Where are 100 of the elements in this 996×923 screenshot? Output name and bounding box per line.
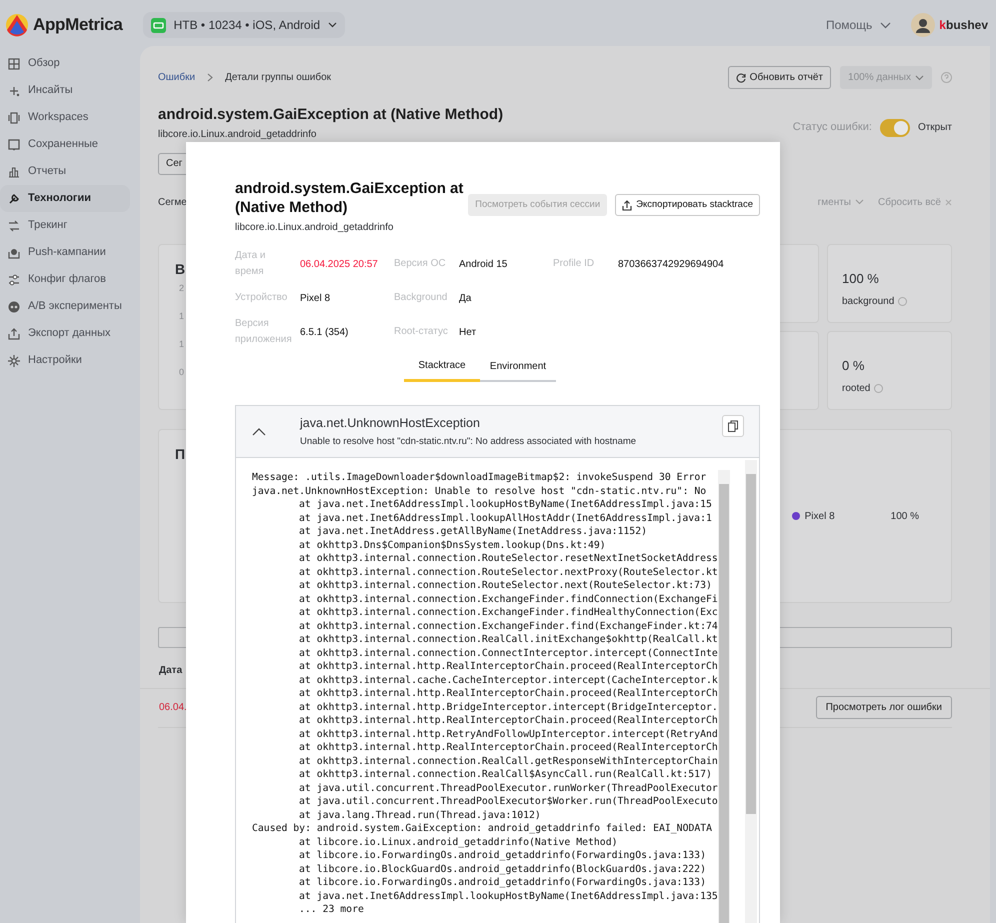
field-label: Версия ОС [394, 257, 447, 271]
gear-icon [8, 354, 20, 366]
stacktrace-line: ... 23 more [298, 903, 364, 916]
sidebar-item[interactable]: Настройки [0, 347, 130, 374]
stacktrace-line: at libcore.io.ForwardingOs.android_getaddrinfo(ForwardingOs.java:133) [298, 849, 706, 862]
stacktrace-line: at okhttp3.internal.connection.RealCall$AsyncCall.run(RealCall.kt:517) [298, 768, 712, 782]
status-label: Статус ошибки: [792, 120, 872, 136]
error-subtitle: libcore.io.Linux.android_getaddrinfo [158, 128, 318, 140]
grid-icon [8, 58, 20, 70]
sidebar-item[interactable]: Инсайты [0, 77, 130, 104]
field-value: Android 15 [459, 258, 508, 272]
stacktrace-line: java.net.UnknownHostException: Unable to resolve host "cdn-static.ntv.ru": No [252, 484, 706, 498]
chevron-down-icon [915, 74, 924, 80]
field-label: Дата и время [235, 249, 267, 279]
tab[interactable]: Stacktrace [404, 355, 480, 382]
scrollbar[interactable] [745, 460, 757, 923]
chevron-down-icon [880, 22, 892, 28]
stacktrace-line: at okhttp3.internal.http.RealInterceptorChain.proceed(RealInterceptorCh [298, 687, 718, 700]
help-icon [874, 384, 884, 393]
stacktrace-line: at libcore.io.BlockGuardOs.android_getaddrinfo(BlockGuardOs.java:222) [298, 862, 706, 876]
breadcrumb-link[interactable]: Ошибки [158, 70, 196, 85]
stat-label: rooted [842, 382, 870, 396]
legend-label: Pixel 8 [804, 510, 836, 524]
bar-chart-icon [8, 166, 20, 178]
stacktrace-line: at java.net.Inet6AddressImpl.lookupHostByName(Inet6AddressImpl.java:15 [298, 498, 712, 512]
sidebar-item[interactable]: Обзор [0, 50, 130, 77]
stacktrace-line: at okhttp3.internal.connection.RealCall.getResponseWithInterceptorChain [298, 754, 718, 768]
modal-title: android.system.GaiException at (Native Method) [235, 179, 464, 217]
avatar-icon [911, 13, 936, 37]
field-label: Profile ID [553, 257, 596, 271]
chevron-up-icon[interactable] [252, 428, 266, 436]
stacktrace-line: at libcore.io.ForwardingOs.android_getaddrinfo(ForwardingOs.java:133) [298, 876, 706, 890]
modal-subtitle: libcore.io.Linux.android_getaddrinfo [235, 221, 394, 235]
sidebar-item[interactable]: Отчеты [0, 158, 130, 185]
stat-value: 100 % [842, 270, 880, 288]
tab[interactable]: Environment [480, 355, 556, 382]
stacktrace-line: at okhttp3.internal.connection.RealCall.initExchange$okhttp(RealCall.kt [298, 633, 718, 646]
legend-value: 100 % [890, 510, 919, 524]
field-value: 8703663742929694904 [618, 258, 725, 272]
axis-label: 0 [178, 366, 184, 380]
scrollbar-thumb[interactable] [719, 484, 729, 923]
exception-message: Unable to resolve host "cdn-static.ntv.ru": No address associated with hostname [300, 435, 636, 450]
stacktrace-line: at okhttp3.internal.connection.ExchangeFinder.findConnection(ExchangeFi [298, 592, 718, 606]
sidebar-item[interactable]: Workspaces [0, 104, 130, 131]
stacktrace-line: at okhttp3.internal.connection.RouteSelector.resetNextInetSocketAddress [298, 552, 718, 566]
user-name[interactable]: kbushev [939, 16, 988, 34]
sidebar-item[interactable]: Сохраненные [0, 131, 130, 158]
chevron-right-icon [207, 73, 214, 82]
stacktrace-line: at java.net.Inet6AddressImpl.lookupAllHostAddr(Inet6AddressImpl.java:1 [298, 512, 712, 525]
refresh-icon [736, 72, 746, 82]
stacktrace-line: at okhttp3.internal.cache.CacheInterceptor.intercept(CacheInterceptor.k [298, 674, 718, 687]
stacktrace-line: at okhttp3.internal.http.RealInterceptorChain.proceed(RealInterceptorCh [298, 660, 718, 674]
breadcrumb-current: Детали группы ошибок [225, 71, 332, 85]
sidebar-item[interactable]: Конфиг флагов [0, 266, 130, 293]
stacktrace-line: at libcore.io.Linux.android_getaddrinfo(Native Method) [298, 836, 618, 849]
field-label: Background [394, 291, 448, 305]
stacktrace-line: at okhttp3.Dns$Companion$DnsSystem.lookup(Dns.kt:49) [298, 538, 606, 552]
stacktrace-line: at java.util.concurrent.ThreadPoolExecutor$Worker.run(ThreadPoolExecuto [298, 795, 718, 808]
stacktrace-line: at okhttp3.internal.http.BridgeInterceptor.intercept(BridgeInterceptor. [298, 700, 718, 714]
stacktrace-line: at java.lang.Thread.run(Thread.java:1012) [298, 808, 541, 822]
card-title: В [175, 260, 186, 278]
stacktrace-line: Caused by: android.system.GaiException: android_getaddrinfo failed: EAI_NODATA [252, 822, 712, 836]
stacktrace-line: at okhttp3.internal.connection.RouteSelector.nextProxy(RouteSelector.kt [298, 566, 718, 579]
field-value: Pixel 8 [300, 292, 332, 306]
segment-label: Сегме [158, 196, 187, 210]
logo-icon [5, 13, 29, 37]
stacktrace-line: Message: .utils.ImageDownloader$downloadImageBitmap$2: invokeSuspend 30 Error [252, 471, 706, 484]
upload-icon [622, 200, 632, 210]
project-selector[interactable]: НТВ • 10234 • iOS, Android [142, 12, 346, 38]
stacktrace-line: at okhttp3.internal.connection.RouteSelector.next(RouteSelector.kt:73) [298, 579, 712, 592]
help-menu[interactable]: Помощь [826, 16, 892, 34]
copy-button[interactable] [722, 414, 744, 436]
status-toggle[interactable] [880, 118, 910, 136]
stacktrace-line: at okhttp3.internal.connection.ExchangeFinder.findHealthyConnection(Exc [298, 606, 718, 620]
sidebar-item[interactable]: Трекинг [0, 212, 130, 239]
exception-name: java.net.UnknownHostException [300, 414, 481, 432]
view-log-button[interactable]: Просмотреть лог ошибки [816, 696, 952, 719]
export-button[interactable]: Экспортировать stacktrace [615, 194, 760, 216]
chevron-down-icon [328, 22, 338, 28]
sidebar-item[interactable]: A/B эксперименты [0, 293, 130, 320]
field-value: Да [459, 292, 472, 306]
panels-icon [8, 112, 20, 124]
scrollbar-thumb[interactable] [746, 474, 756, 814]
copy-icon [728, 420, 738, 432]
refresh-button[interactable]: Обновить отчёт [728, 66, 832, 89]
scrollbar[interactable] [718, 470, 730, 923]
date-cell-text: 06.04. [159, 701, 187, 715]
card-title: П [175, 444, 186, 464]
stacktrace-line: at java.net.Inet6AddressImpl.lookupHostByName(Inet6AddressImpl.java:135 [298, 890, 718, 903]
close-icon [945, 198, 952, 206]
field-label: Root-статус [394, 325, 449, 339]
axis-label: 1 [178, 310, 184, 323]
upload-icon [8, 328, 20, 340]
logo-text: AppMetrica [33, 14, 123, 36]
field-label: Устройство [235, 291, 288, 305]
sidebar-item[interactable]: Экспорт данных [0, 320, 130, 347]
sidebar-item[interactable]: Push-кампании [0, 239, 130, 266]
sidebar-item[interactable]: Технологии [0, 185, 130, 212]
stacktrace-line: at okhttp3.internal.http.RetryAndFollowUpInterceptor.intercept(RetryAnd [298, 728, 718, 741]
stacktrace-line: at java.util.concurrent.ThreadPoolExecutor.runWorker(ThreadPoolExecutor [298, 782, 718, 795]
